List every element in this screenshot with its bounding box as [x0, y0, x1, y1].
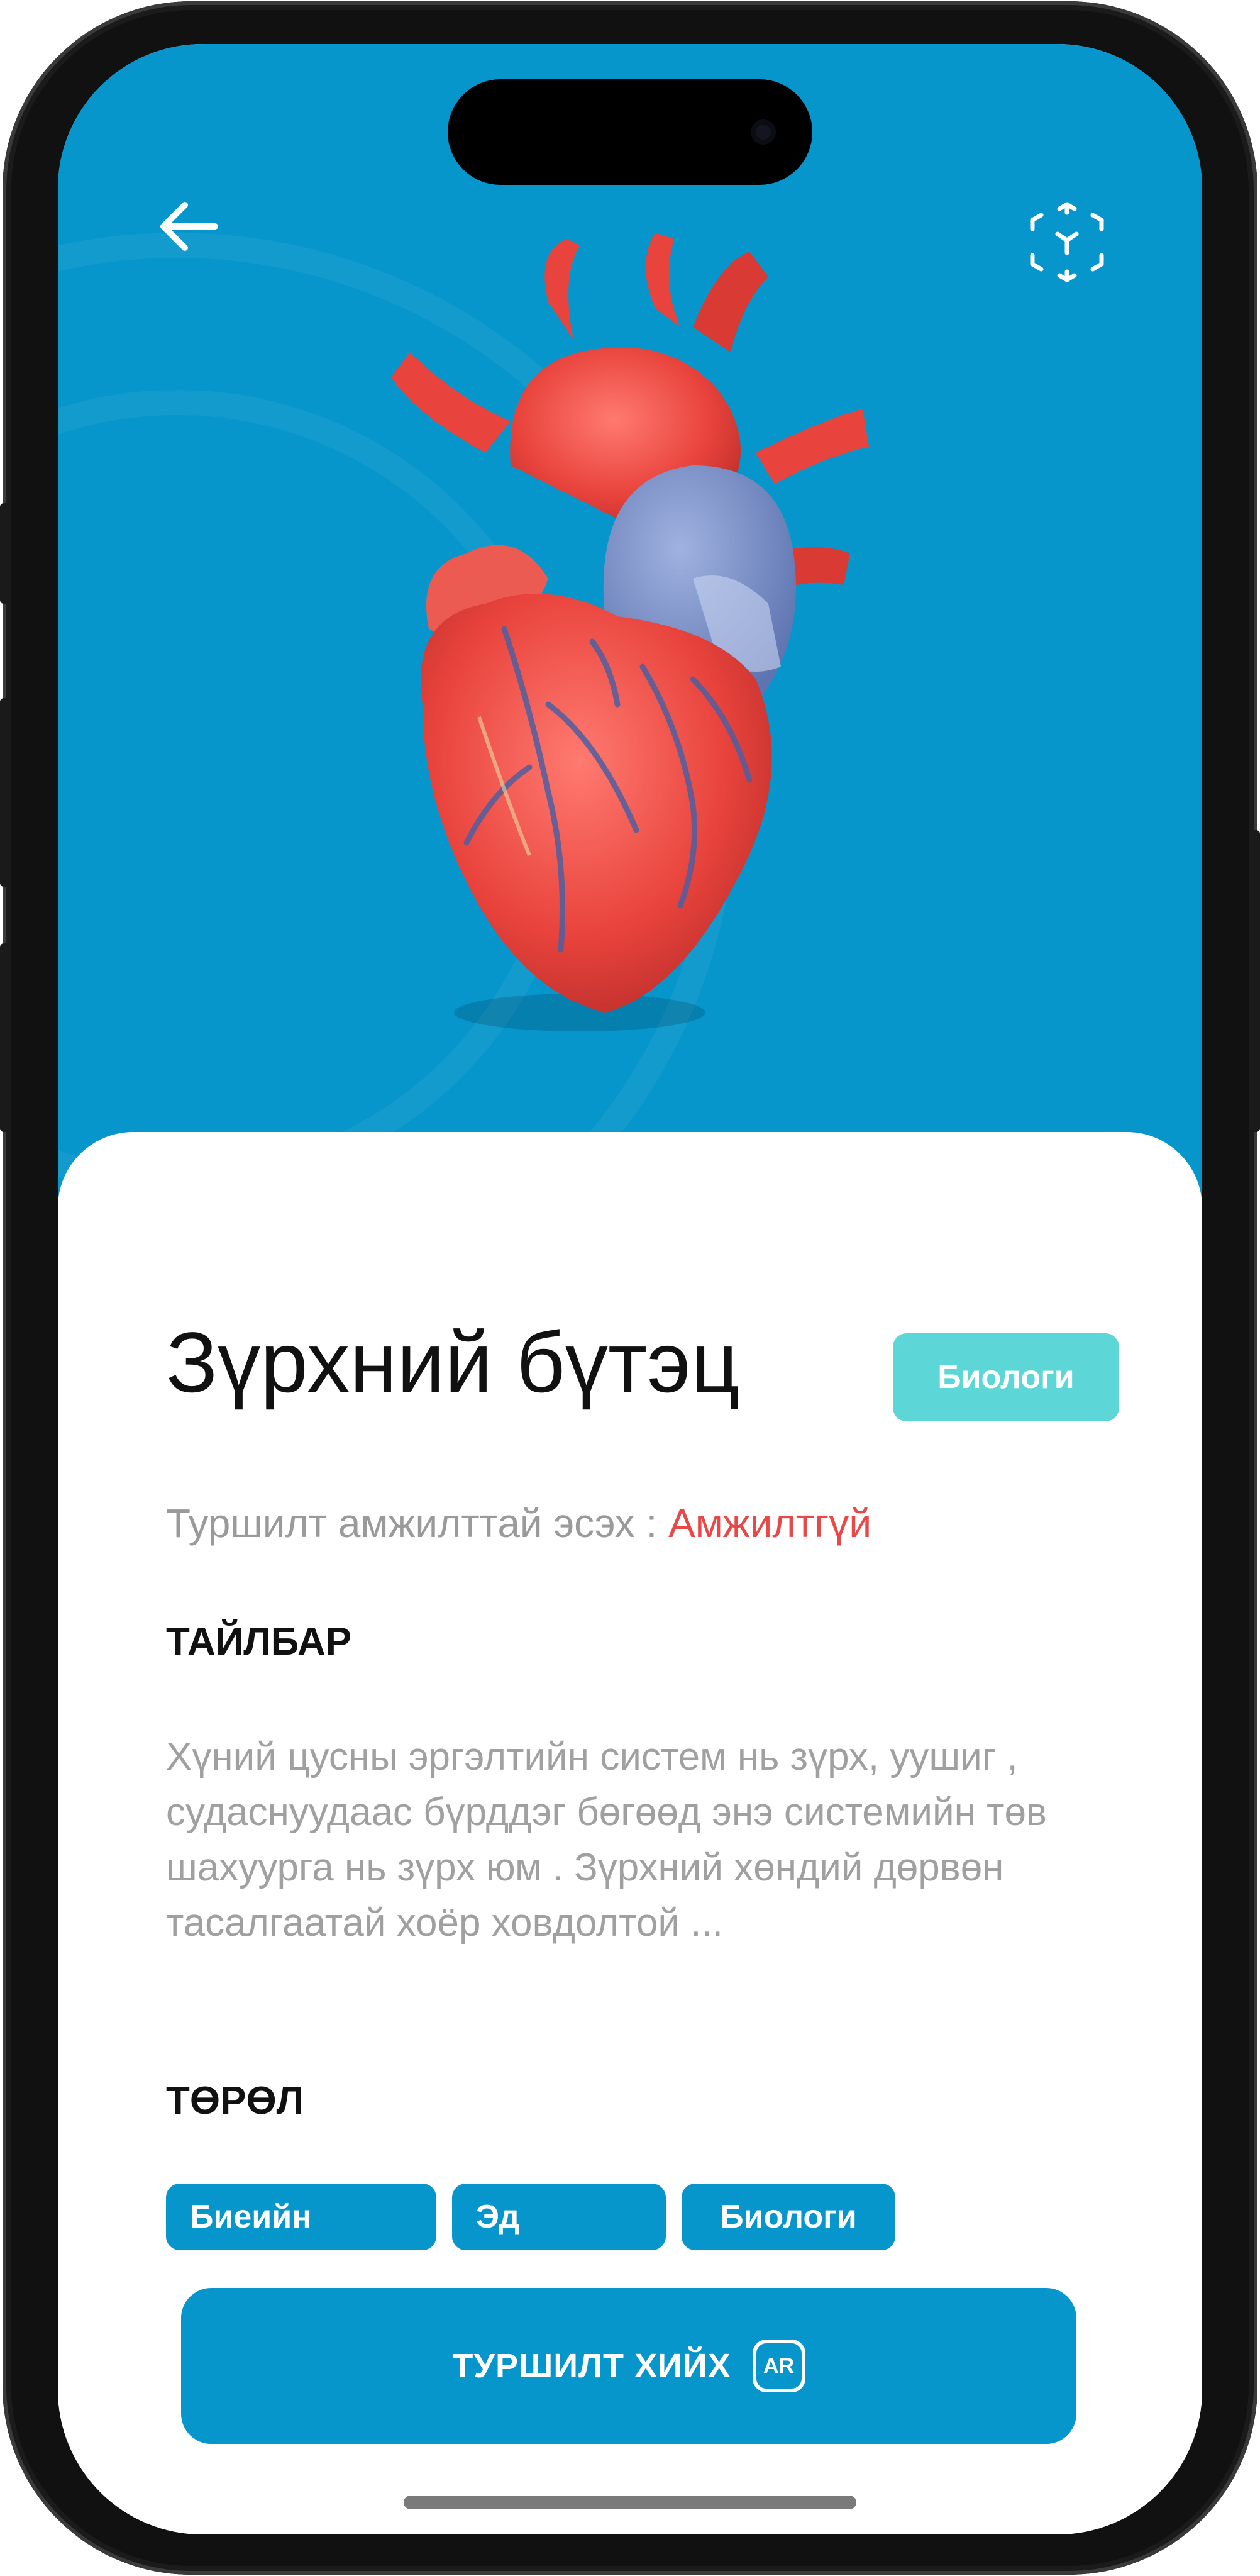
app-screen: Зүрхний бүтэц Биологи Туршилт амжилттай …: [58, 44, 1202, 2534]
tag-tissue[interactable]: Эд: [452, 2184, 666, 2250]
ar-view-button[interactable]: [1026, 201, 1108, 283]
type-heading: ТӨРӨЛ: [166, 2079, 304, 2123]
experiment-status: Туршилт амжилттай эсэх : Амжилтгүй: [166, 1500, 871, 1546]
back-button[interactable]: [152, 189, 228, 264]
page-title: Зүрхний бүтэц: [166, 1314, 740, 1410]
heart-illustration: [391, 233, 869, 1031]
power-button: [1251, 830, 1260, 1132]
description-heading: ТАЙЛБАР: [166, 1620, 352, 1663]
volume-down-button: [0, 943, 9, 1132]
arrow-left-icon: [160, 202, 218, 251]
status-label: Туршилт амжилттай эсэх :: [166, 1501, 658, 1546]
start-experiment-button[interactable]: ТУРШИЛТ ХИЙХ AR: [181, 2288, 1076, 2444]
tag-body[interactable]: Биеийн: [166, 2184, 436, 2250]
front-camera: [751, 119, 776, 145]
ar-scan-icon: [1030, 202, 1104, 282]
volume-up-button: [0, 698, 9, 887]
mute-switch: [0, 503, 9, 604]
category-badge: Биологи: [893, 1333, 1119, 1421]
dynamic-island: [448, 79, 812, 185]
status-value: Амжилтгүй: [668, 1501, 872, 1546]
home-indicator[interactable]: [404, 2496, 856, 2509]
start-experiment-label: ТУРШИЛТ ХИЙХ: [452, 2347, 731, 2385]
hero-banner: [58, 44, 1202, 1270]
ar-badge-icon: AR: [752, 2340, 805, 2392]
tag-biology[interactable]: Биологи: [682, 2184, 895, 2250]
description-text: Хүний цусны эргэлтийн систем нь зүрх, уу…: [166, 1735, 1047, 1945]
